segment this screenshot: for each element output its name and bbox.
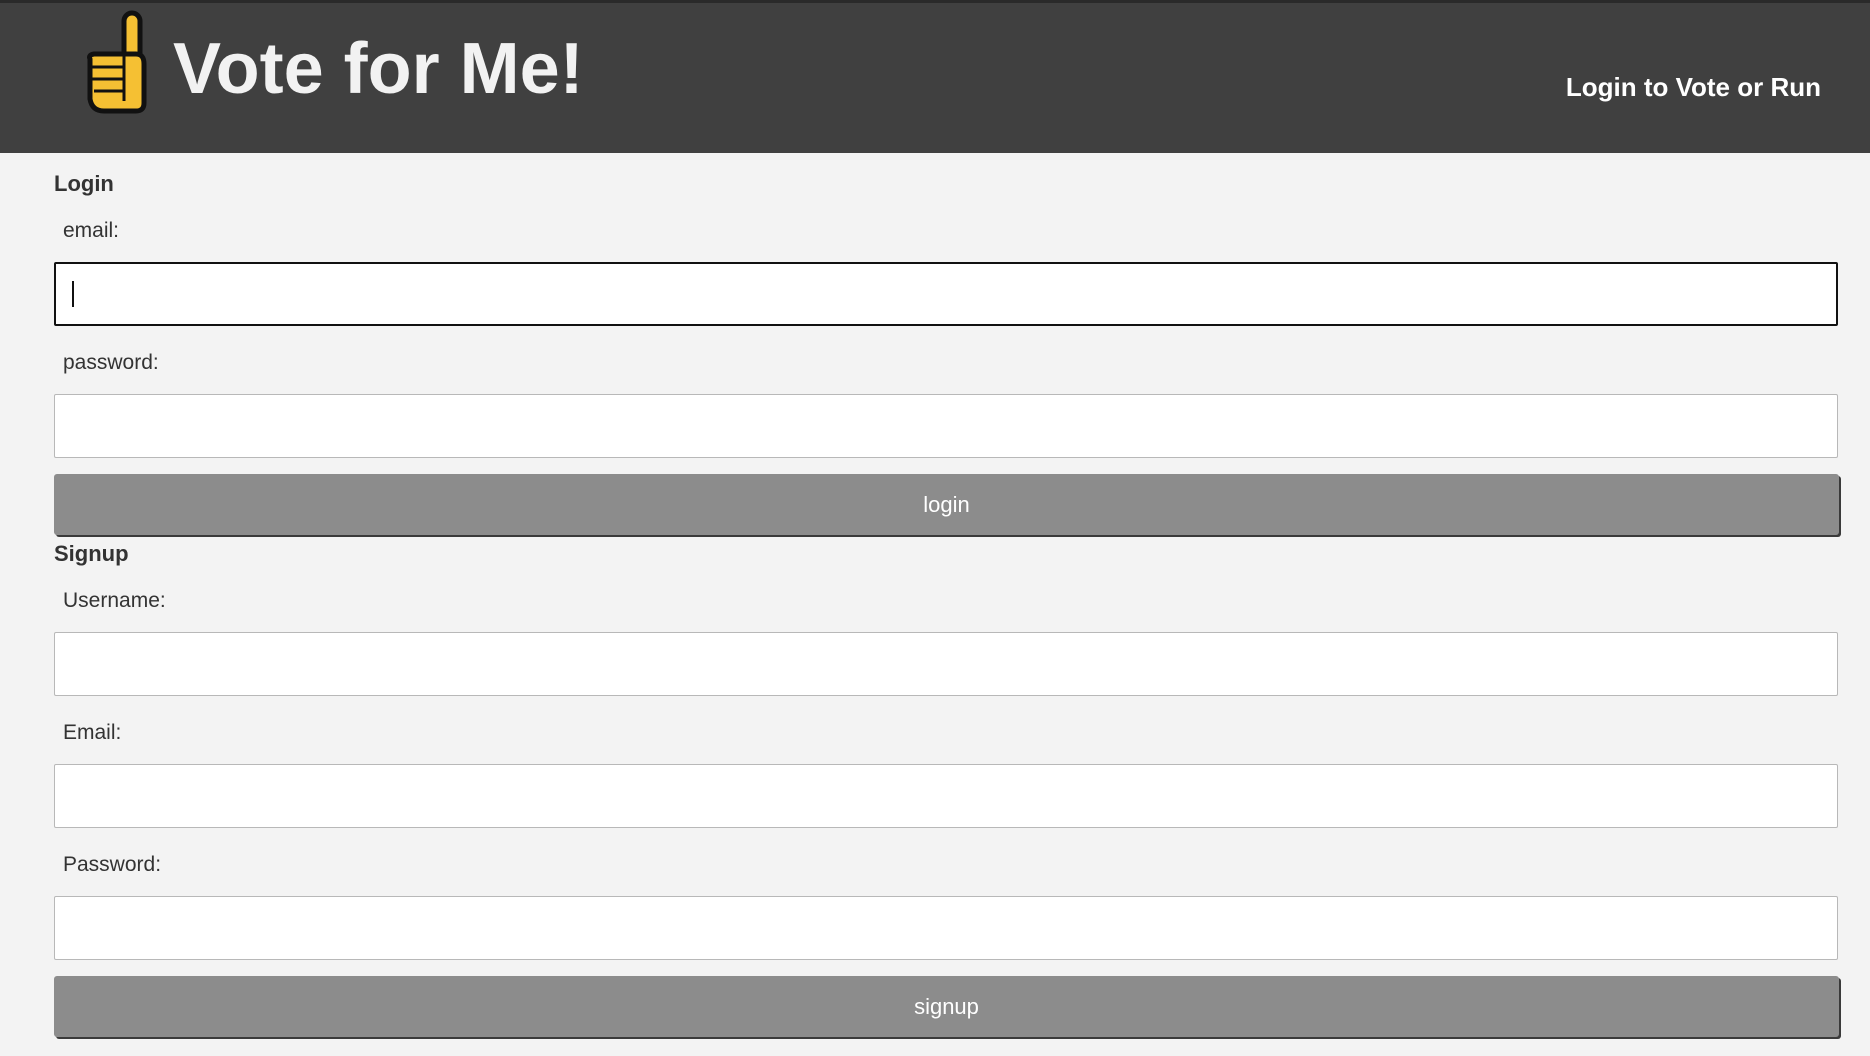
login-password-label: password: <box>63 351 159 374</box>
index-finger-pointing-up-icon <box>87 10 147 114</box>
signup-password-input[interactable] <box>54 896 1838 960</box>
signup-email-input[interactable] <box>54 764 1838 828</box>
login-button[interactable]: login <box>54 474 1839 535</box>
signup-email-label: Email: <box>63 721 122 744</box>
signup-username-input[interactable] <box>54 632 1838 696</box>
text-caret <box>72 281 74 307</box>
login-email-input[interactable] <box>54 262 1838 326</box>
signup-password-label: Password: <box>63 853 162 876</box>
signup-section-title: Signup <box>54 541 129 566</box>
login-section-title: Login <box>54 171 114 196</box>
signup-username-label: Username: <box>63 589 166 612</box>
login-password-input[interactable] <box>54 394 1838 458</box>
site-header: Vote for Me! Login to Vote or Run <box>0 0 1870 153</box>
login-email-label: email: <box>63 219 120 242</box>
site-title: Vote for Me! <box>173 29 584 109</box>
signup-button[interactable]: signup <box>54 976 1839 1037</box>
login-to-vote-link[interactable]: Login to Vote or Run <box>1566 71 1821 103</box>
